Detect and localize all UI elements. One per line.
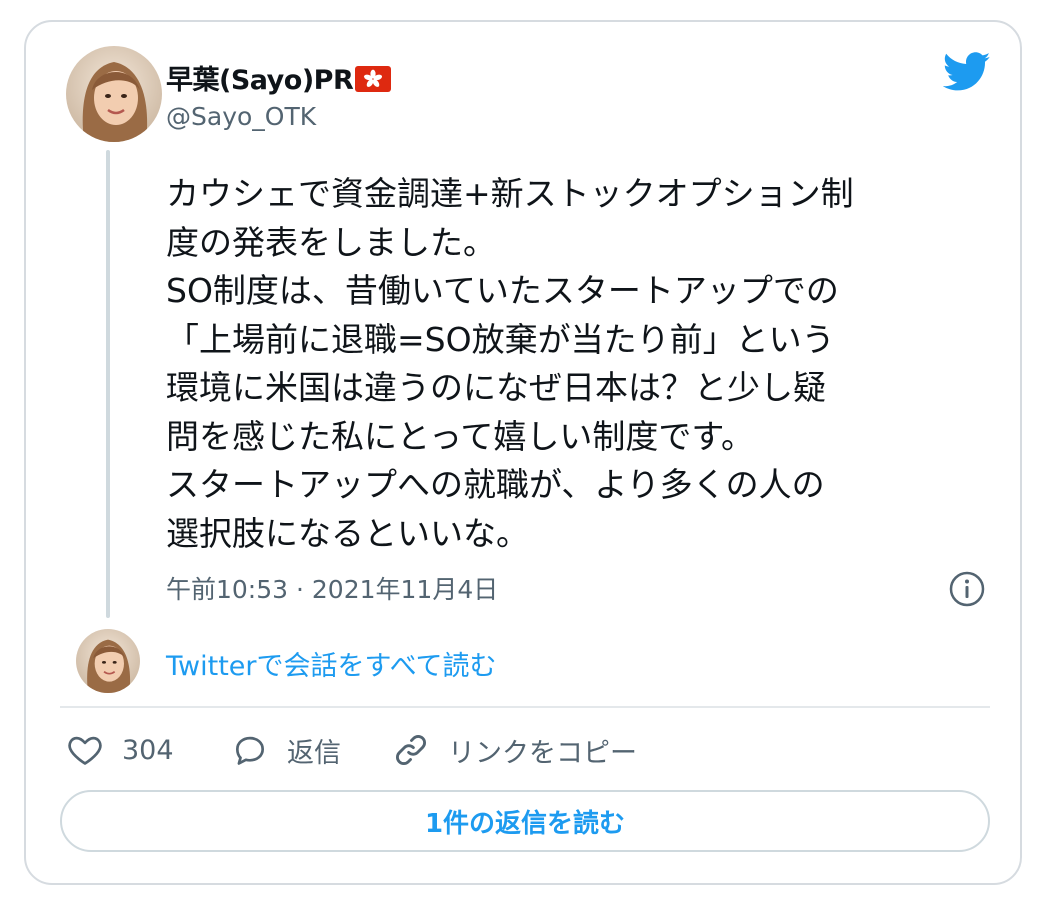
read-replies-button[interactable]: 1件の返信を読む [60, 790, 990, 852]
tweet-text: カウシェで資金調達+新ストックオプション制 度の発表をしました。 SO制度は、昔… [166, 170, 996, 558]
reply-label: 返信 [287, 737, 341, 769]
tweet-line: カウシェで資金調達+新ストックオプション制 [166, 174, 854, 213]
author-avatar[interactable] [66, 46, 162, 142]
display-name-text: 早葉(Sayo)PR [166, 65, 354, 96]
tweet-line: 環境に米国は違うのになぜ日本は？と少し疑 [166, 368, 826, 407]
tweet-line: 選択肢になるといいな。 [166, 513, 529, 553]
heart-icon [68, 736, 102, 765]
info-icon[interactable] [948, 570, 986, 608]
like-count: 304 [122, 734, 174, 766]
twitter-bird-icon[interactable] [943, 52, 991, 92]
divider [60, 706, 990, 708]
author-username[interactable]: @Sayo_OTK [166, 102, 316, 131]
thread-line [106, 150, 110, 618]
tweet-timestamp[interactable]: 午前10:53 · 2021年11月4日 [166, 570, 498, 606]
author-display-name[interactable]: 早葉(Sayo)PR [166, 58, 392, 97]
link-icon [396, 735, 426, 765]
avatar-photo [66, 46, 162, 142]
tweet-line: 問を感じた私にとって嬉しい制度です。 [166, 416, 755, 456]
copy-link-button[interactable]: リンクをコピー [392, 728, 637, 772]
tweet-line: 「上場前に退職=SO放棄が当たり前」という [166, 319, 835, 359]
reply-bubble-icon [235, 736, 265, 765]
tweet-line: SO制度は、昔働いていたスタートアップでの [166, 271, 839, 310]
tweet-line: 度の発表をしました。 [166, 222, 496, 262]
conversation-avatar[interactable] [76, 629, 140, 693]
tweet-card: 早葉(Sayo)PR @Sayo_OTK カウシェで資金調達+新ストックオプショ… [24, 20, 1022, 885]
read-conversation-link[interactable]: Twitterで会話をすべて読む [166, 644, 497, 683]
avatar-photo [76, 629, 140, 693]
tweet-line: スタートアップへの就職が、より多くの人の [166, 465, 825, 504]
copy-link-label: リンクをコピー [448, 737, 637, 769]
reply-button[interactable]: 返信 [231, 728, 341, 772]
hong-kong-flag-icon [355, 66, 392, 92]
like-button[interactable]: 304 [66, 728, 174, 772]
